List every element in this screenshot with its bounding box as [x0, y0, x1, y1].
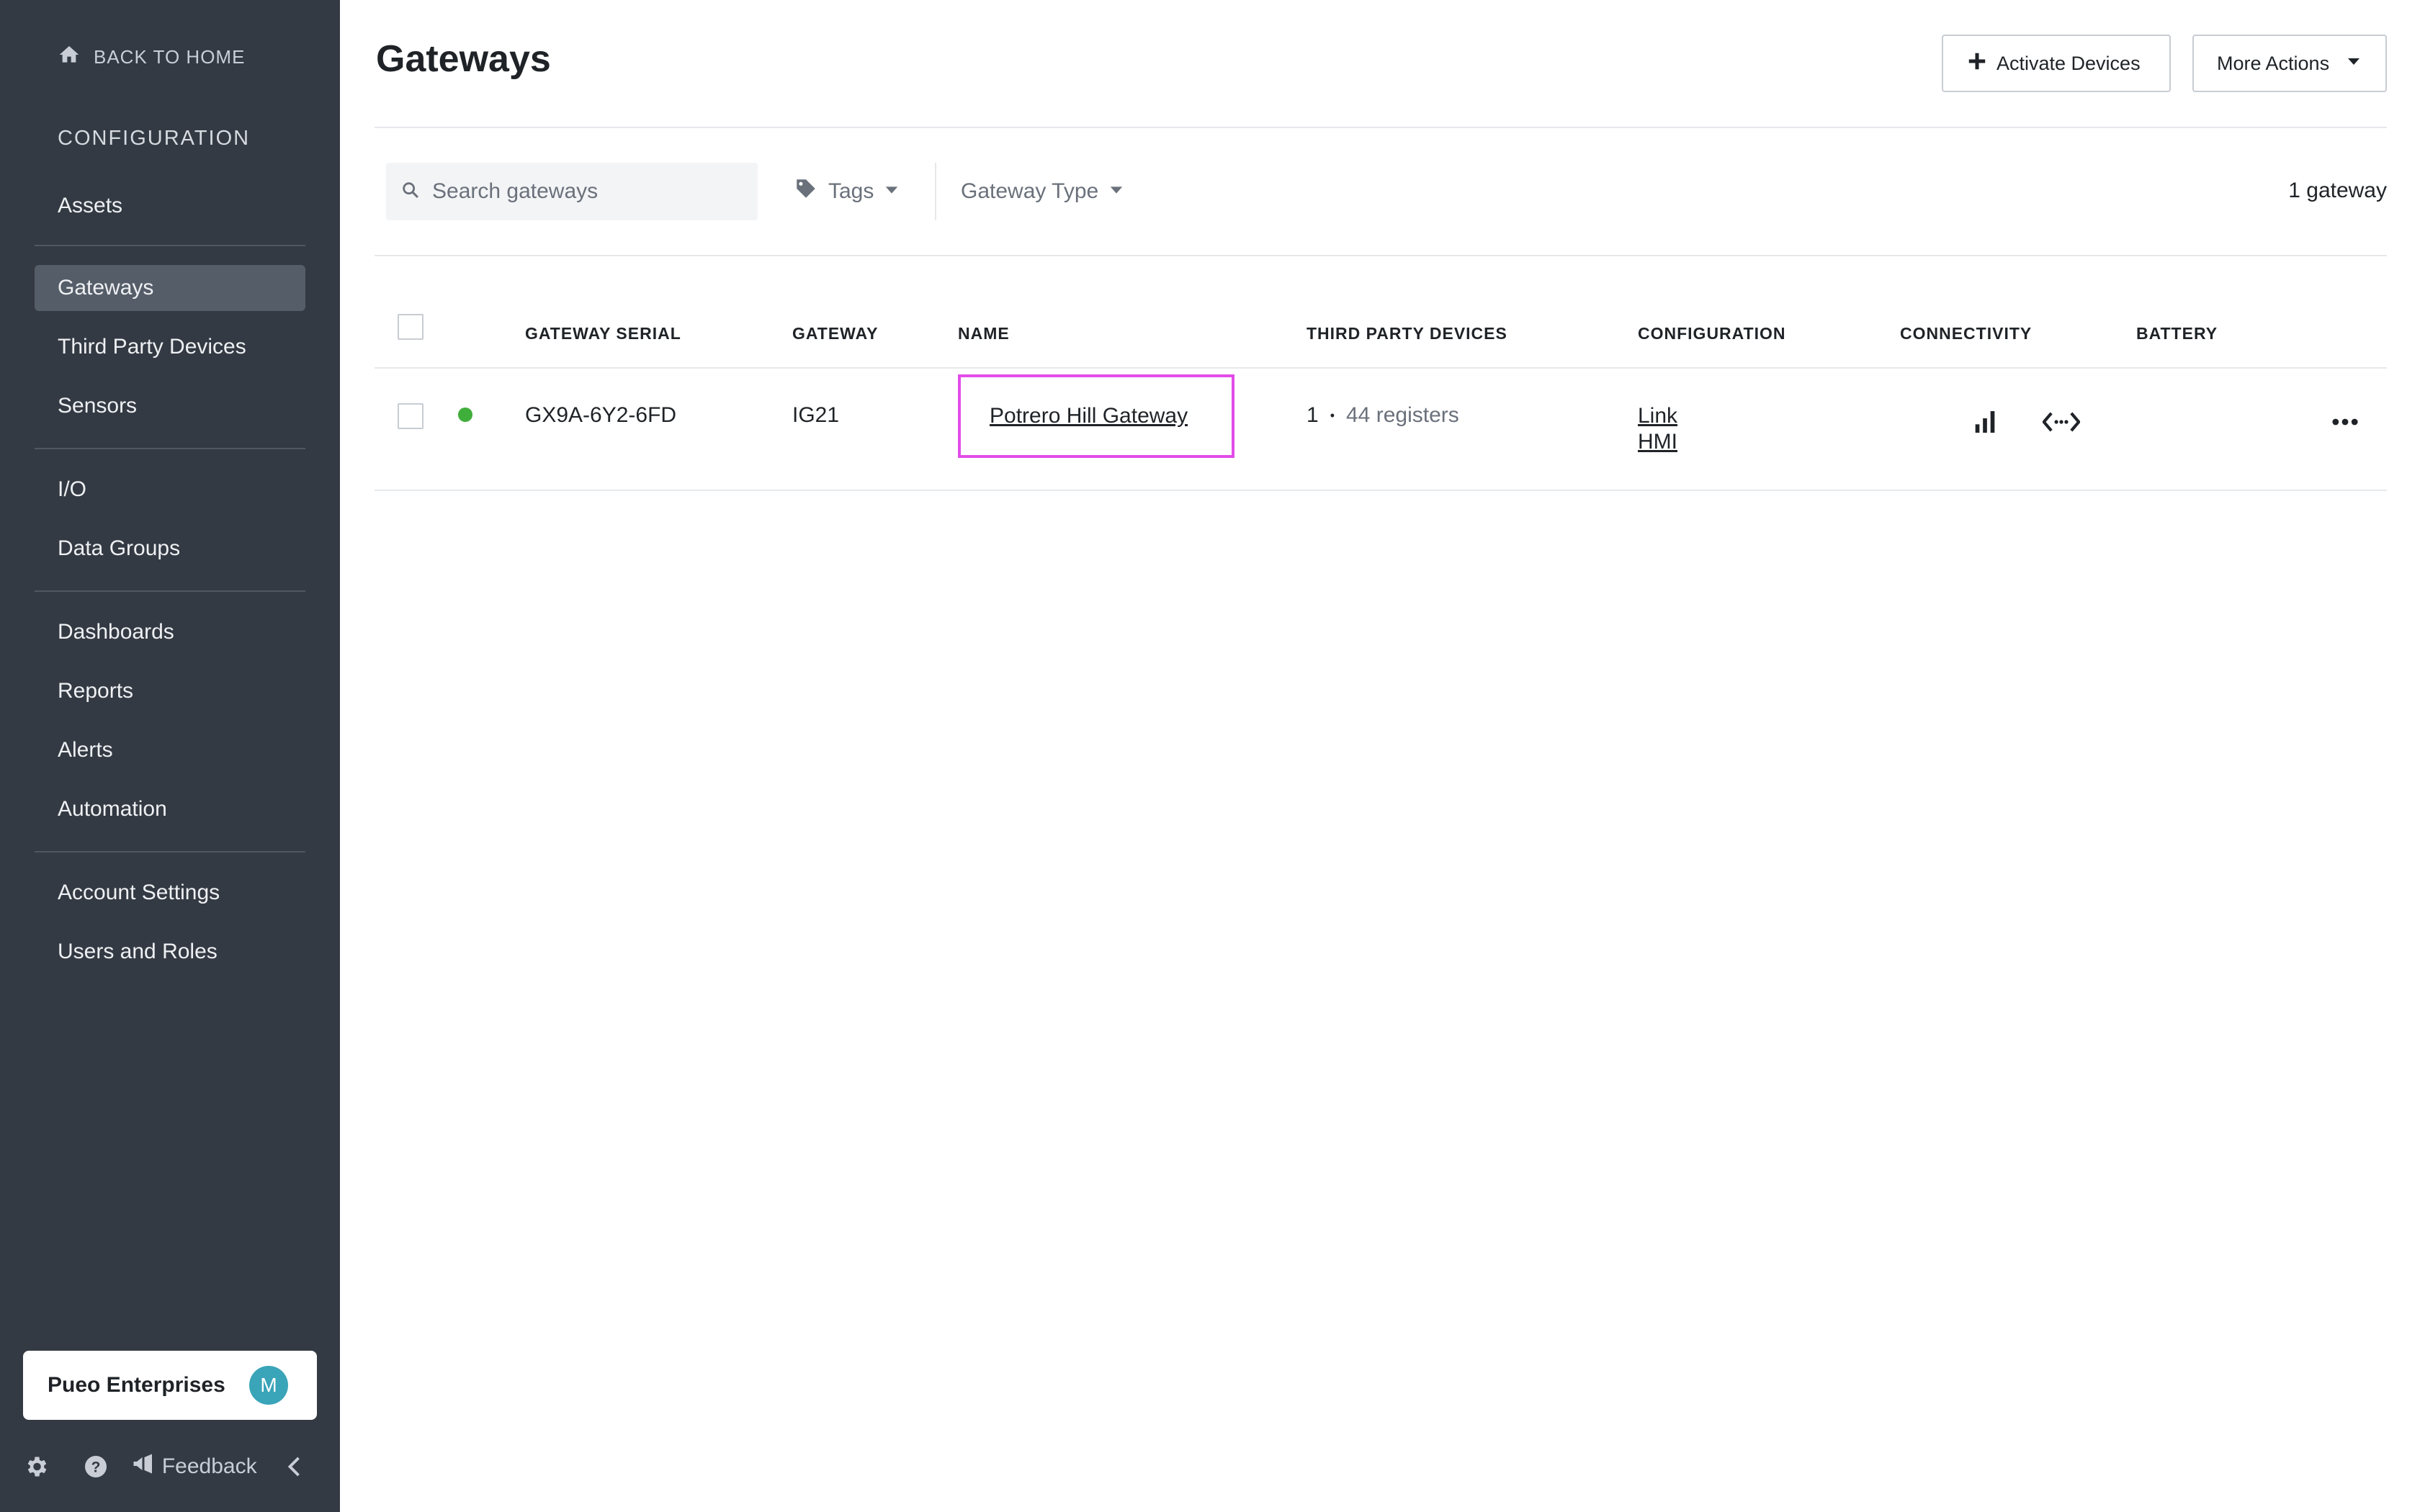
gateway-model: IG21 [792, 403, 840, 427]
org-switcher[interactable]: Pueo Enterprises M [23, 1351, 317, 1420]
gateway-name-highlight: Potrero Hill Gateway [958, 374, 1234, 458]
devices-count: 1 [1307, 403, 1319, 427]
section-title-configuration: CONFIGURATION [58, 127, 251, 150]
sidebar-divider [35, 448, 305, 449]
status-online-dot [458, 408, 472, 422]
help-icon[interactable]: ? [81, 1452, 109, 1481]
tag-icon [794, 176, 818, 207]
sidebar-item-alerts[interactable]: Alerts [35, 727, 305, 773]
caret-down-icon [884, 179, 900, 204]
back-to-home-link[interactable]: BACK TO HOME [58, 43, 245, 71]
signal-strength-icon[interactable] [1971, 408, 1999, 436]
column-header-third-party-devices[interactable]: THIRD PARTY DEVICES [1307, 324, 1507, 343]
more-options-icon[interactable] [2329, 408, 2361, 436]
devices-separator: • [1330, 408, 1335, 423]
gateway-type-filter-label: Gateway Type [961, 179, 1099, 203]
megaphone-icon [130, 1451, 156, 1482]
table-header-divider [375, 367, 2387, 369]
column-header-configuration[interactable]: CONFIGURATION [1638, 324, 1786, 343]
search-input[interactable] [432, 179, 749, 204]
activate-devices-label: Activate Devices [1996, 52, 2141, 74]
avatar: M [249, 1366, 288, 1405]
home-icon [58, 43, 81, 71]
svg-text:?: ? [91, 1459, 101, 1476]
configuration-cell: Link HMI [1638, 403, 1677, 455]
sidebar-item-account-settings[interactable]: Account Settings [35, 870, 305, 916]
connection-code-icon[interactable] [2043, 406, 2080, 438]
sidebar-item-gateways[interactable]: Gateways [35, 265, 305, 311]
gateway-count: 1 gateway [2288, 179, 2387, 202]
column-header-gateway-serial[interactable]: GATEWAY SERIAL [525, 324, 681, 343]
sidebar-item-assets[interactable]: Assets [35, 183, 305, 229]
config-link-hmi[interactable]: HMI [1638, 429, 1677, 455]
sidebar-item-reports[interactable]: Reports [35, 668, 305, 714]
gateway-name-link[interactable]: Potrero Hill Gateway [990, 404, 1188, 428]
sidebar-footer: ? Feedback [22, 1449, 310, 1485]
select-all-checkbox[interactable] [398, 314, 424, 340]
table-row-divider [375, 490, 2387, 491]
gateway-type-filter[interactable]: Gateway Type [961, 170, 1124, 213]
sidebar-item-dashboards[interactable]: Dashboards [35, 609, 305, 655]
search-icon [400, 180, 421, 204]
sidebar-divider [35, 851, 305, 852]
tags-filter-label: Tags [828, 179, 874, 203]
org-name: Pueo Enterprises [48, 1373, 225, 1397]
sidebar-item-sensors[interactable]: Sensors [35, 383, 305, 429]
plus-icon [1966, 50, 1988, 77]
filter-divider [935, 163, 936, 220]
chevron-left-icon[interactable] [282, 1452, 310, 1481]
tags-filter[interactable]: Tags [794, 170, 900, 213]
gear-icon[interactable] [22, 1452, 50, 1481]
row-checkbox[interactable] [398, 403, 424, 429]
more-actions-button[interactable]: More Actions [2192, 35, 2387, 92]
sidebar-item-automation[interactable]: Automation [35, 786, 305, 832]
sidebar-item-third-party-devices[interactable]: Third Party Devices [35, 324, 305, 370]
caret-down-icon [1108, 179, 1124, 204]
column-header-name[interactable]: NAME [958, 324, 1010, 343]
sidebar-divider [35, 590, 305, 592]
sidebar-divider [35, 245, 305, 246]
sidebar-item-data-groups[interactable]: Data Groups [35, 526, 305, 572]
back-to-home-label: BACK TO HOME [94, 46, 246, 68]
more-actions-label: More Actions [2217, 52, 2330, 74]
third-party-devices-cell: 1 • 44 registers [1307, 403, 1459, 428]
activate-devices-button[interactable]: Activate Devices [1942, 35, 2171, 92]
sidebar: BACK TO HOME CONFIGURATION Assets Gatewa… [0, 0, 340, 1512]
page-title: Gateways [376, 38, 551, 80]
caret-down-icon [2345, 53, 2362, 75]
registers-count: 44 registers [1346, 403, 1459, 427]
column-header-gateway[interactable]: GATEWAY [792, 324, 878, 343]
feedback-button[interactable]: Feedback [130, 1451, 257, 1482]
main-content: Gateways Activate Devices More Actions T… [340, 0, 2420, 1512]
header-divider [375, 127, 2387, 128]
sidebar-item-io[interactable]: I/O [35, 467, 305, 513]
column-header-battery[interactable]: BATTERY [2136, 324, 2218, 343]
config-link-link[interactable]: Link [1638, 403, 1677, 429]
sidebar-item-users-and-roles[interactable]: Users and Roles [35, 929, 305, 975]
filter-divider-bottom [375, 255, 2387, 256]
feedback-label: Feedback [161, 1454, 257, 1478]
column-header-connectivity[interactable]: CONNECTIVITY [1900, 324, 2032, 343]
search-box [386, 163, 758, 220]
gateway-serial: GX9A-6Y2-6FD [525, 403, 677, 427]
